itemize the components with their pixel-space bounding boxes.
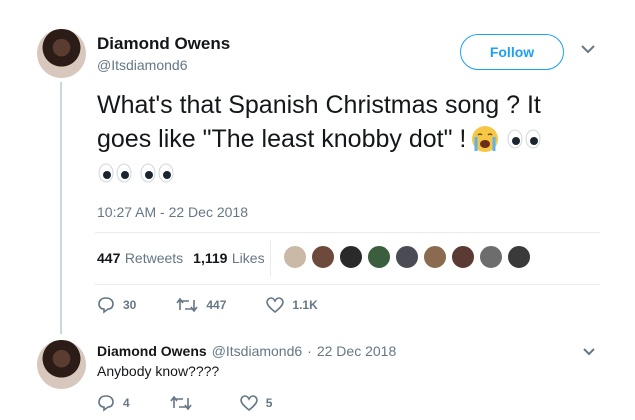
chevron-down-icon[interactable] [582,344,596,360]
like-button[interactable]: 1.1K [266,296,318,314]
reply-like-button[interactable]: 5 [239,394,273,412]
retweet-icon [176,297,198,313]
reply-author-name[interactable]: Diamond Owens [97,343,207,359]
reply-retweet-button[interactable] [170,394,200,412]
likes-stat[interactable]: 1,119 Likes [193,250,264,268]
tweet-timestamp[interactable]: 10:27 AM - 22 Dec 2018 [97,204,248,220]
reply-header: Diamond Owens @Itsdiamond6 · 22 Dec 2018 [97,343,396,359]
liker-avatar[interactable] [283,245,307,269]
reply-separator: · [307,343,312,359]
reply-actions: 4 5 [97,394,272,412]
liker-avatar[interactable] [479,245,503,269]
reply-icon [98,297,114,314]
eyes-emoji [506,129,542,149]
follow-button-label: Follow [489,44,535,60]
thread-line [60,82,62,334]
liker-avatar[interactable] [311,245,335,269]
liker-avatars-divider [270,240,271,276]
retweet-icon [170,395,192,411]
tweet-actions: 30 447 1.1K [97,296,318,314]
likes-label: Likes [231,250,265,266]
like-count: 1.1K [292,298,318,312]
liker-avatar[interactable] [367,245,391,269]
retweet-count: 447 [206,298,227,312]
retweets-count: 447 [97,250,121,266]
retweets-label: Retweets [124,250,184,266]
reply-icon [98,395,114,412]
reply-author-handle[interactable]: @Itsdiamond6 [212,343,302,359]
engagement-stats: 447 Retweets 1,119 Likes [97,250,265,268]
retweets-stat[interactable]: 447 Retweets [97,250,183,268]
eyes-emoji-row [97,163,175,183]
divider [95,232,600,233]
liker-avatar[interactable] [339,245,363,269]
follow-button[interactable]: Follow [460,34,564,70]
reply-like-count: 5 [265,396,273,410]
crying-face-emoji [470,124,500,154]
divider [95,284,600,285]
eyes-emoji [140,163,174,183]
likes-count: 1,119 [193,250,228,266]
reply-date[interactable]: 22 Dec 2018 [317,343,396,359]
liker-avatar[interactable] [423,245,447,269]
reply-author-avatar[interactable] [37,340,86,389]
author-handle[interactable]: @Itsdiamond6 [97,57,187,73]
reply-reply-count: 4 [123,396,130,410]
tweet-text: What's that Spanish Christmas song ? It … [97,88,607,156]
tweet-text-line-1: What's that Spanish Christmas song ? It [97,91,541,119]
heart-icon [239,395,258,411]
reply-text: Anybody know???? [97,363,220,379]
eyes-emoji [98,163,132,183]
liker-avatar[interactable] [451,245,475,269]
tweet-text-line-2: goes like "The least knobby dot" ! [97,125,467,153]
liker-avatar[interactable] [395,245,419,269]
liker-avatar[interactable] [507,245,531,269]
reply-count: 30 [123,298,137,312]
heart-icon [266,297,285,313]
retweet-button[interactable]: 447 [176,296,226,314]
reply-reply-button[interactable]: 4 [97,394,130,412]
chevron-down-icon[interactable] [580,42,596,58]
author-name[interactable]: Diamond Owens [97,34,230,54]
author-avatar[interactable] [37,29,86,78]
reply-button[interactable]: 30 [97,296,136,314]
